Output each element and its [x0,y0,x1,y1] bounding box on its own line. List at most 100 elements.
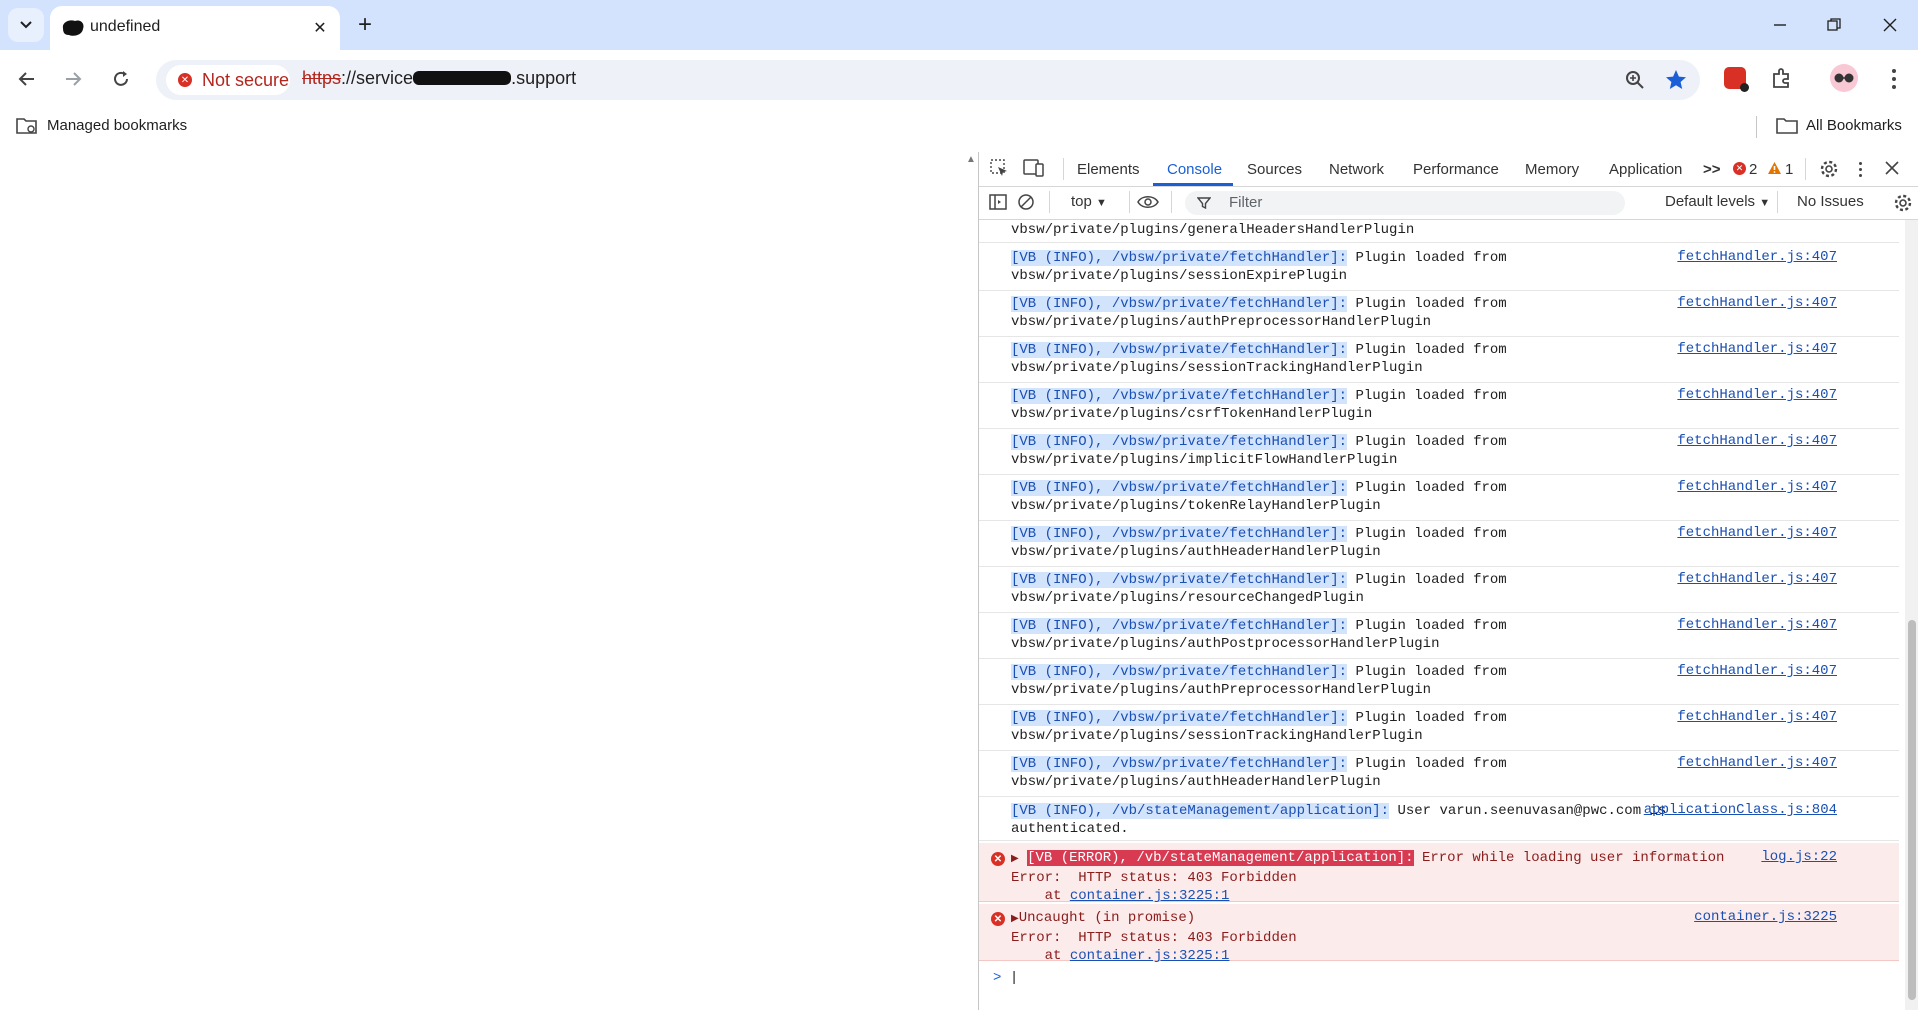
close-window-icon[interactable] [1876,12,1904,38]
extension-red-icon[interactable] [1724,67,1749,92]
source-link[interactable]: fetchHandler.js:407 [1677,249,1837,265]
stack-link[interactable]: container.js:3225:1 [1070,888,1230,904]
source-link[interactable]: applicationClass.js:804 [1644,802,1837,818]
scrollbar-thumb[interactable] [1908,620,1916,1000]
log-levels-dropdown[interactable]: Default levels ▼ [1665,193,1770,210]
not-secure-icon: ✕ [178,73,192,87]
extensions-puzzle-icon[interactable] [1770,66,1794,93]
console-message: [VB (INFO), /vbsw/private/fetchHandler]:… [1011,295,1651,331]
resize-caret-icon[interactable]: ▲ [966,154,976,165]
zoom-icon[interactable] [1624,69,1646,94]
bookmark-star-icon[interactable] [1664,68,1688,95]
tab-sources[interactable]: Sources [1247,161,1302,178]
source-link[interactable]: log.js:22 [1761,849,1837,865]
url-text: https://service .support [302,68,576,89]
profile-avatar[interactable] [1830,64,1858,92]
minimize-window-icon[interactable] [1766,12,1794,38]
source-link[interactable]: fetchHandler.js:407 [1677,295,1837,311]
console-row: [VB (INFO), /vbsw/private/fetchHandler]:… [979,382,1899,429]
console-row: [VB (INFO), /vbsw/private/fetchHandler]:… [979,244,1899,291]
console-row: [VB (INFO), /vbsw/private/fetchHandler]:… [979,428,1899,475]
console-settings-gear-icon[interactable] [1893,193,1913,216]
tab-console[interactable]: Console [1167,161,1222,178]
tab-memory[interactable]: Memory [1525,161,1579,178]
show-sidebar-icon[interactable] [989,193,1007,214]
console-message: [VB (INFO), /vbsw/private/fetchHandler]:… [1011,525,1651,561]
tab-title: undefined [90,18,161,35]
console-message: [VB (INFO), /vbsw/private/fetchHandler]:… [1011,387,1651,423]
log-badge: [VB (INFO), /vbsw/private/fetchHandler]: [1011,664,1348,680]
stack-link[interactable]: container.js:3225:1 [1070,948,1230,964]
tab-elements[interactable]: Elements [1077,161,1140,178]
tab-performance[interactable]: Performance [1413,161,1499,178]
expand-triangle-icon[interactable]: ▶ [1011,854,1019,865]
tab-network[interactable]: Network [1329,161,1384,178]
console-row: [VB (INFO), /vbsw/private/fetchHandler]:… [979,290,1899,337]
expand-triangle-icon[interactable]: ▶ [1011,914,1019,925]
prompt-caret: | [1009,970,1019,986]
console-message: [VB (INFO), /vbsw/private/fetchHandler]:… [1011,755,1651,791]
devtools-settings-gear-icon[interactable] [1819,159,1839,182]
console-row: [VB (INFO), /vbsw/private/fetchHandler]:… [979,704,1899,751]
address-bar[interactable]: ✕ Not secure https://service .support [156,60,1700,100]
log-text: Plugin loaded from [1347,572,1507,588]
live-expression-eye-icon[interactable] [1137,193,1159,214]
log-badge: [VB (INFO), /vbsw/private/fetchHandler]: [1011,480,1348,496]
log-text: Plugin loaded from [1347,526,1507,542]
source-link[interactable]: fetchHandler.js:407 [1677,709,1837,725]
log-badge: [VB (INFO), /vbsw/private/fetchHandler]: [1011,296,1348,312]
issues-counter[interactable]: No Issues [1797,193,1864,210]
browser-menu-icon[interactable] [1884,66,1904,92]
devtools-tab-bar: Elements Console Sources Network Perform… [979,152,1918,187]
console-row-partial: vbsw/private/plugins/generalHeadersHandl… [979,220,1899,243]
close-tab-icon[interactable]: ✕ [308,16,332,40]
source-link[interactable]: fetchHandler.js:407 [1677,663,1837,679]
console-prompt[interactable]: > | [993,970,1018,986]
console-message: vbsw/private/plugins/generalHeadersHandl… [1011,222,1415,238]
url-redaction [413,71,512,85]
plugin-path: vbsw/private/plugins/sessionTrackingHand… [1011,360,1423,376]
console-message: [VB (INFO), /vbsw/private/fetchHandler]:… [1011,709,1651,745]
source-link[interactable]: fetchHandler.js:407 [1677,617,1837,633]
devtools-menu-icon[interactable] [1855,160,1865,178]
new-tab-button[interactable]: + [352,11,378,38]
clear-console-icon[interactable] [1017,193,1035,214]
console-filter-input[interactable]: Filter [1185,191,1625,215]
tab-search-button[interactable] [8,8,44,42]
device-toolbar-icon[interactable] [1023,158,1045,181]
context-selector[interactable]: top ▼ [1071,193,1107,210]
managed-bookmarks-link[interactable]: Managed bookmarks [47,117,187,134]
source-link[interactable]: fetchHandler.js:407 [1677,433,1837,449]
inspect-element-icon[interactable] [989,158,1009,181]
warning-count[interactable]: 1 [1785,161,1793,178]
arrow-left-icon [18,72,34,86]
reload-button[interactable] [104,62,138,96]
back-button[interactable] [10,62,44,96]
console-message: [VB (INFO), /vb/stateManagement/applicat… [1011,802,1691,838]
console-row: [VB (INFO), /vbsw/private/fetchHandler]:… [979,658,1899,705]
more-tabs-button[interactable]: >> [1703,161,1721,178]
log-badge: [VB (INFO), /vbsw/private/fetchHandler]: [1011,250,1348,266]
error-count[interactable]: 2 [1749,161,1757,178]
source-link[interactable]: fetchHandler.js:407 [1677,387,1837,403]
console-message: ▶Uncaught (in promise) Error: HTTP statu… [1011,909,1651,965]
forward-button[interactable] [56,62,90,96]
source-link[interactable]: fetchHandler.js:407 [1677,571,1837,587]
console-scrollbar[interactable] [1905,220,1918,1010]
restore-window-icon[interactable] [1820,12,1848,38]
all-bookmarks-link[interactable]: All Bookmarks [1806,117,1902,134]
tab-application[interactable]: Application [1609,161,1682,178]
stack-prefix: at [1011,948,1070,964]
log-text-2: authenticated. [1011,821,1129,837]
security-chip[interactable]: ✕ Not secure [166,65,290,95]
prompt-chevron: > [993,970,1002,986]
close-devtools-icon[interactable] [1885,161,1899,178]
source-link[interactable]: fetchHandler.js:407 [1677,479,1837,495]
source-link[interactable]: fetchHandler.js:407 [1677,525,1837,541]
toolbar-divider-4 [1129,191,1130,213]
browser-tab[interactable]: undefined ✕ [50,6,340,50]
source-link[interactable]: fetchHandler.js:407 [1677,755,1837,771]
source-link[interactable]: container.js:3225 [1694,909,1837,925]
error-detail: Error: HTTP status: 403 Forbidden [1011,870,1297,886]
source-link[interactable]: fetchHandler.js:407 [1677,341,1837,357]
